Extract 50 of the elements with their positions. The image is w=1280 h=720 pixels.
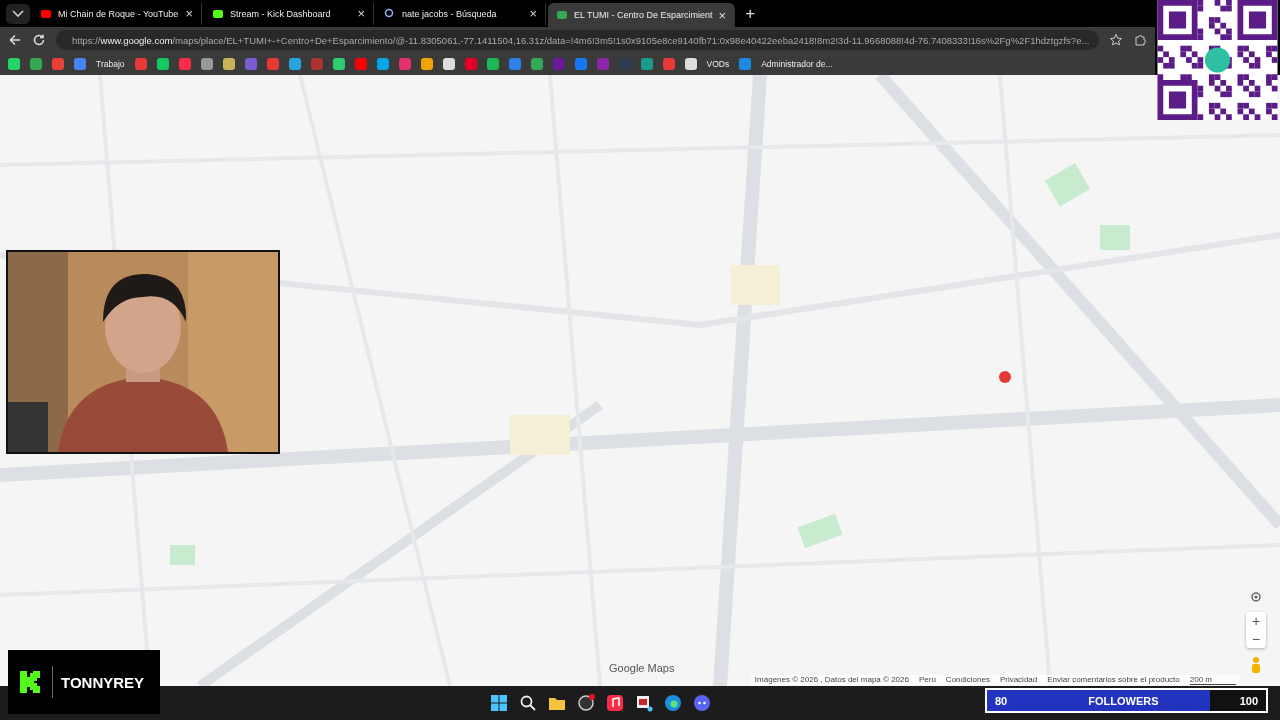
back-icon[interactable] (8, 33, 22, 47)
browser-tab[interactable]: nate jacobs - Búsqueda × (376, 2, 546, 25)
bookmark-icon[interactable] (486, 58, 499, 70)
bookmark[interactable]: VODs (706, 59, 730, 69)
bookmark[interactable]: Administrador de... (761, 59, 833, 69)
close-tab-button[interactable]: × (357, 6, 365, 21)
browser-tab[interactable]: Stream - Kick Dashboard × (204, 2, 374, 25)
address-field[interactable]: https://www.google.com/maps/place/EL+TUMI+-+Centro+De+Esparcimiento/@-11.8305061,-77.1411504,16.31z/data=!4m6!3m5!1s0x9105e8ce9140fb71:0x98e40422eeba2418!8m2!3d-11.9668088!4d-76.7408333!16s%2Fg%2F1hdztgzfs?e... (56, 30, 1099, 50)
bookmark-icon[interactable] (222, 58, 235, 70)
bookmark-icon[interactable] (376, 58, 389, 70)
bookmark-icon[interactable] (684, 58, 697, 70)
follower-count: 80 (995, 694, 1008, 707)
site-icon (556, 9, 568, 21)
bookmark-icon[interactable] (156, 58, 169, 70)
reload-icon[interactable] (32, 33, 46, 47)
bookmark-icon[interactable] (420, 58, 433, 70)
star-icon[interactable] (1109, 33, 1123, 47)
bookmark-icon[interactable] (442, 58, 455, 70)
chevron-down-icon (12, 9, 24, 18)
new-tab-button[interactable]: + (737, 3, 764, 24)
browser-tab[interactable]: EL TUMI - Centro De Esparcimient × (548, 3, 736, 27)
close-tab-button[interactable]: × (718, 7, 727, 23)
chat-app-icon[interactable] (692, 694, 711, 712)
bookmark[interactable]: Trabajo (96, 59, 125, 69)
tab-title: Stream - Kick Dashboard (230, 8, 332, 19)
bookmark-icon[interactable] (332, 58, 345, 70)
tab-title: nate jacobs - Búsqueda (402, 8, 498, 19)
close-tab-button[interactable]: × (185, 6, 193, 21)
bookmark-icon[interactable] (640, 58, 653, 70)
bookmark-icon[interactable] (530, 58, 543, 70)
tab-title: EL TUMI - Centro De Esparcimient (574, 10, 713, 20)
windows-icon[interactable] (489, 694, 508, 712)
search-icon[interactable] (518, 694, 537, 712)
goal-target: 100 (1239, 694, 1258, 707)
site-icon (212, 7, 224, 20)
site-icon (40, 7, 52, 20)
close-tab-button[interactable]: × (529, 6, 537, 21)
music-app-icon[interactable] (605, 694, 624, 712)
clip-app-icon[interactable] (634, 694, 653, 712)
goal-label: FOLLOWERS (1087, 694, 1160, 707)
search-icon (384, 7, 396, 20)
record-app-icon[interactable] (576, 694, 595, 712)
tab-title: Mi Chain de Roque - YouTube (58, 8, 180, 19)
browser-tab[interactable]: Mi Chain de Roque - YouTube × (32, 2, 202, 25)
bookmark-icon[interactable] (8, 58, 20, 70)
bookmark-icon[interactable] (200, 58, 213, 70)
browser-icon[interactable] (663, 694, 682, 712)
extensions-icon[interactable] (1133, 33, 1147, 47)
bookmark-icon[interactable] (288, 58, 301, 70)
tab-list-button[interactable] (6, 3, 30, 24)
